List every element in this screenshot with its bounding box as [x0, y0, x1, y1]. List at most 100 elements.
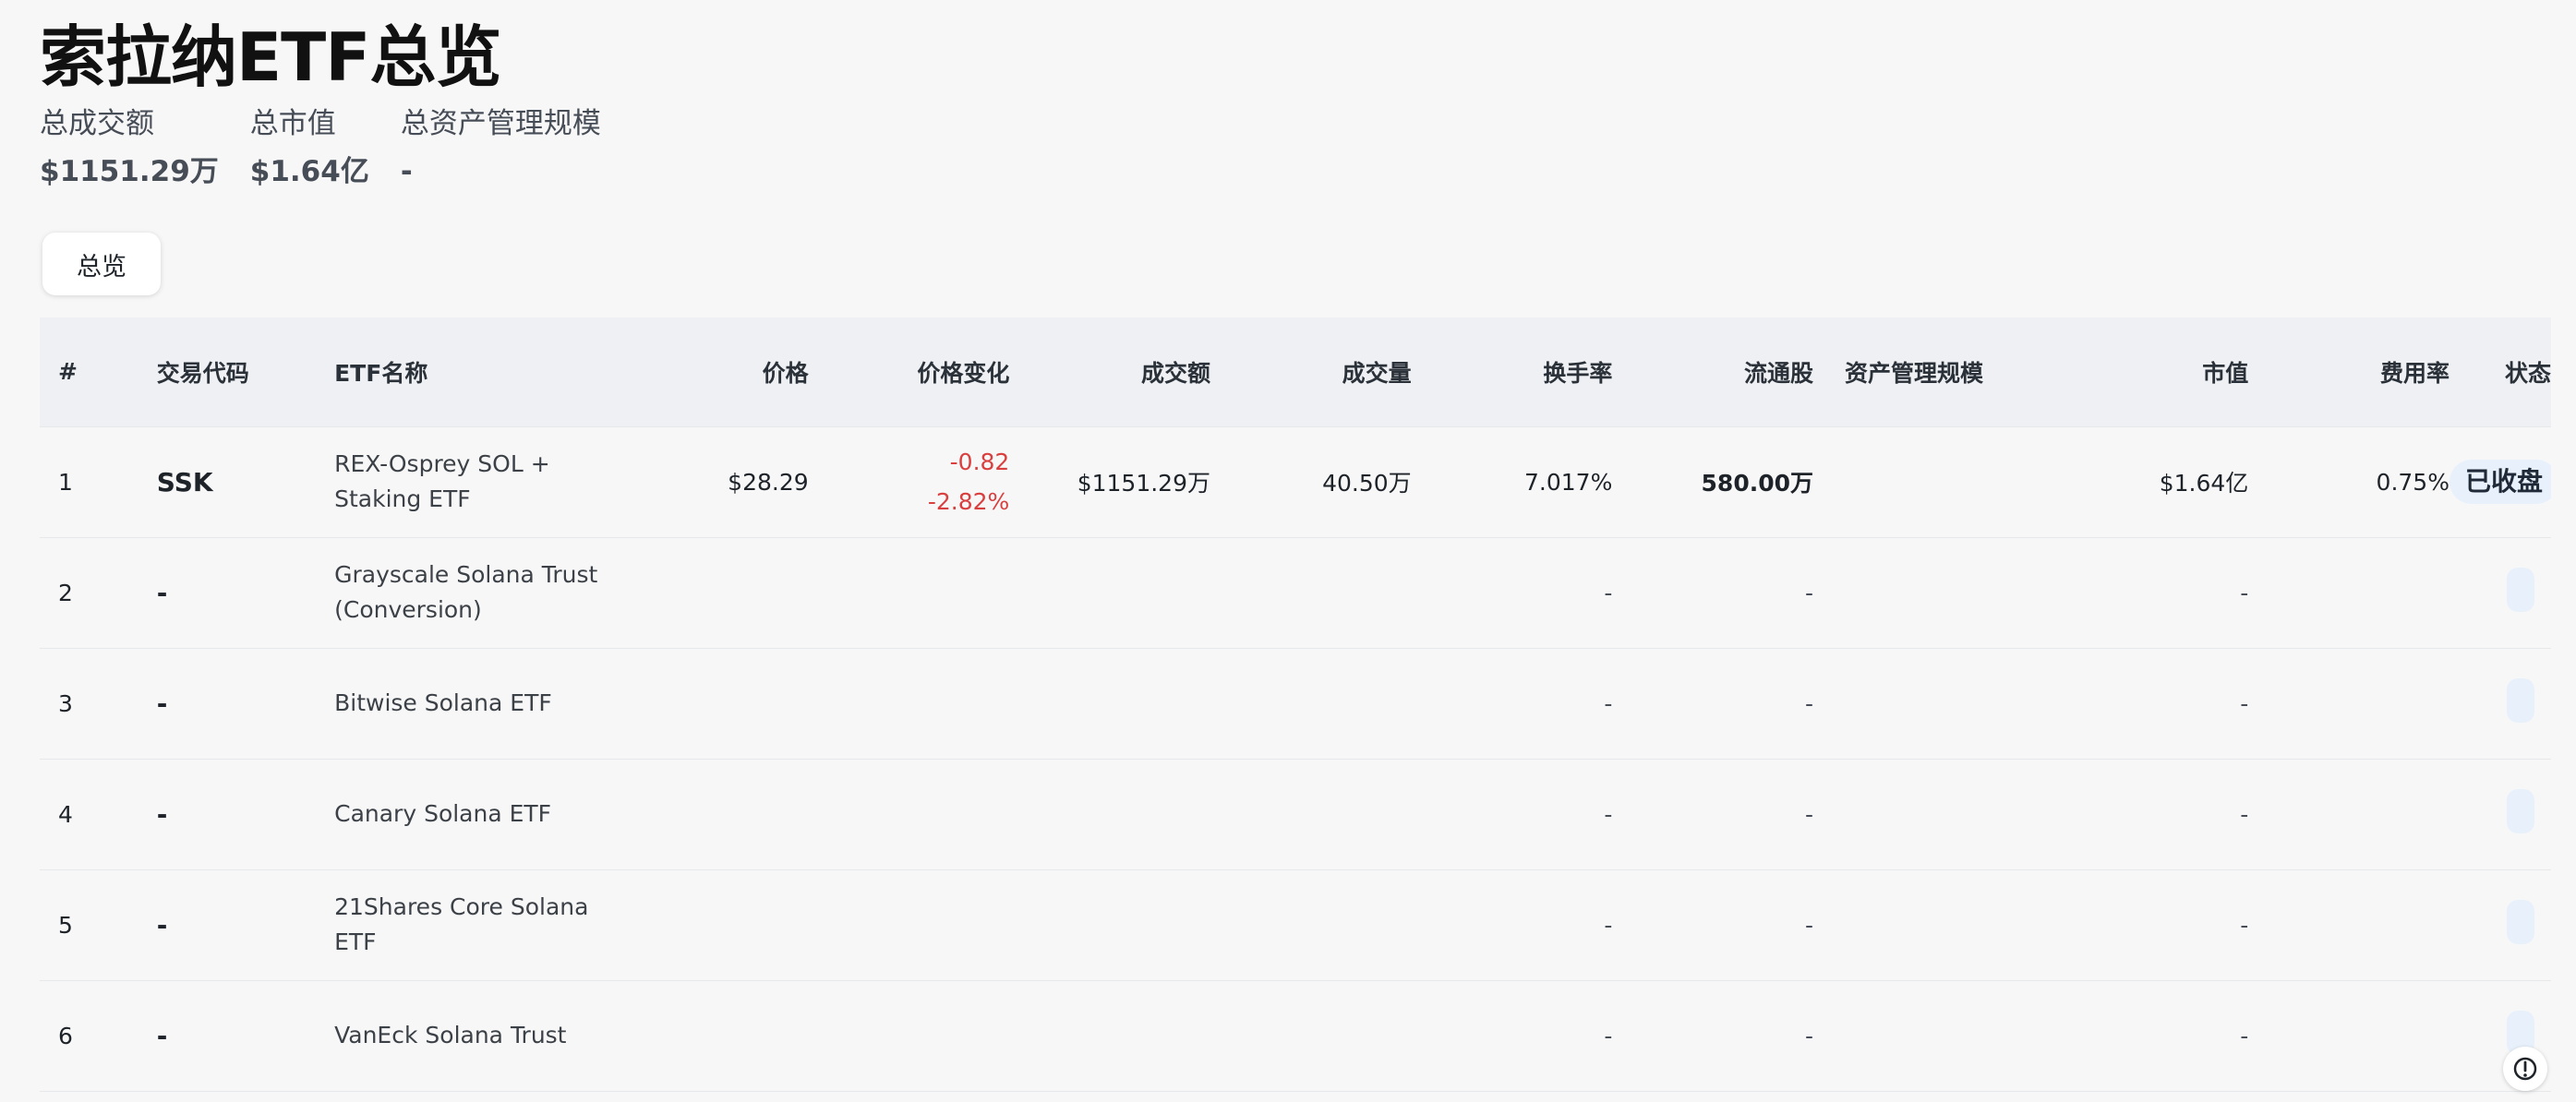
price-cell	[618, 537, 809, 648]
table-row[interactable]: 4 - Canary Solana ETF - - -	[40, 759, 2551, 869]
etf-name-link[interactable]: Bitwise Solana ETF	[334, 648, 617, 759]
row-number: 2	[58, 579, 73, 606]
ticker-link[interactable]: SSK	[157, 426, 334, 537]
stat-total-amount-label: 总成交额	[40, 107, 154, 140]
status-badge	[2507, 568, 2534, 612]
amount-cell	[1009, 759, 1210, 869]
price-change-cell: -0.82 -2.82%	[809, 426, 1010, 537]
column-header-float-shares: 流通股	[1744, 359, 1814, 387]
volume-cell	[1210, 980, 1412, 1091]
column-header-aum: 资产管理规模	[1845, 359, 1984, 387]
row-number: 1	[58, 468, 73, 496]
turnover-cell: -	[1604, 1022, 1613, 1049]
ticker-link[interactable]: -	[157, 759, 334, 869]
price-cell	[618, 980, 809, 1091]
table-row[interactable]: 3 - Bitwise Solana ETF - - -	[40, 648, 2551, 759]
price-change-cell	[809, 648, 1010, 759]
volume-cell: 40.50万	[1322, 470, 1412, 497]
volume-cell	[1210, 648, 1412, 759]
float-shares-cell: -	[1804, 689, 1814, 717]
stat-total-amount-value: $1151.29万	[40, 155, 219, 188]
price-cell	[618, 648, 809, 759]
market-cap-cell: -	[2240, 911, 2249, 939]
ticker-link[interactable]: -	[157, 980, 334, 1091]
fee-cell: 0.75%	[2376, 468, 2450, 496]
amount-cell	[1009, 648, 1210, 759]
volume-cell	[1210, 537, 1412, 648]
ticker-link[interactable]: -	[157, 537, 334, 648]
etf-name-link[interactable]: VanEck Solana Trust	[334, 980, 617, 1091]
price-change-cell	[809, 537, 1010, 648]
table-row[interactable]: 6 - VanEck Solana Trust - - -	[40, 980, 2551, 1091]
fee-cell	[2248, 869, 2450, 980]
amount-cell	[1009, 869, 1210, 980]
stat-total-amount: 总成交额 $1151.29万	[40, 103, 219, 192]
turnover-cell: -	[1604, 579, 1613, 606]
row-number: 5	[58, 911, 73, 939]
price-cell: $28.29	[728, 468, 809, 496]
fee-cell	[2248, 980, 2450, 1091]
turnover-cell: 7.017%	[1524, 468, 1613, 496]
page: 索拉纳ETF总览 总成交额 $1151.29万 总市值 $1.64亿 总资产管理…	[40, 0, 2551, 1102]
price-cell	[618, 759, 809, 869]
stat-total-aum: 总资产管理规模 -	[401, 103, 601, 192]
etf-name-link[interactable]: 21Shares Core Solana ETF	[334, 869, 617, 980]
row-number: 6	[58, 1022, 73, 1049]
row-number: 4	[58, 800, 73, 828]
table-row[interactable]: 1 SSK REX-Osprey SOL + Staking ETF $28.2…	[40, 426, 2551, 537]
table-body: 1 SSK REX-Osprey SOL + Staking ETF $28.2…	[40, 426, 2551, 1091]
market-cap-cell: -	[2240, 1022, 2249, 1049]
aum-cell	[1813, 980, 2048, 1091]
aum-cell	[1813, 869, 2048, 980]
ticker-link[interactable]: -	[157, 648, 334, 759]
column-header-market-cap: 市值	[2202, 359, 2249, 387]
tab-overview[interactable]: 总览	[42, 233, 161, 295]
status-cell	[2450, 759, 2551, 869]
column-header-fee: 费用率	[2379, 359, 2450, 387]
volume-cell	[1210, 869, 1412, 980]
amount-cell	[1009, 537, 1210, 648]
etf-name-link[interactable]: Grayscale Solana Trust (Conversion)	[334, 537, 617, 648]
table-header: # 交易代码 ETF名称 价格 价格变化 成交额 成交量 换手率 流通股 资产管…	[40, 317, 2551, 426]
etf-table: # 交易代码 ETF名称 价格 价格变化 成交额 成交量 换手率 流通股 资产管…	[40, 317, 2551, 1092]
status-badge: 已收盘	[2449, 460, 2551, 504]
stat-total-aum-label: 总资产管理规模	[400, 107, 601, 140]
turnover-cell: -	[1604, 911, 1613, 939]
float-shares-cell: -	[1804, 911, 1814, 939]
price-change-absolute: -0.82	[949, 449, 1010, 475]
float-shares-cell: -	[1804, 800, 1814, 828]
amount-cell	[1009, 980, 1210, 1091]
fee-cell	[2248, 648, 2450, 759]
turnover-cell: -	[1604, 800, 1613, 828]
fee-cell	[2248, 759, 2450, 869]
column-header-turnover: 换手率	[1543, 359, 1613, 387]
price-cell	[618, 869, 809, 980]
aum-cell	[1813, 537, 2048, 648]
feedback-button[interactable]	[2503, 1047, 2547, 1091]
table-row[interactable]: 5 - 21Shares Core Solana ETF - - -	[40, 869, 2551, 980]
turnover-cell: -	[1604, 689, 1613, 717]
column-header-status: 状态	[2504, 359, 2551, 387]
column-header-etf-name: ETF名称	[334, 359, 428, 387]
etf-name-link[interactable]: Canary Solana ETF	[334, 759, 617, 869]
column-header-number: #	[58, 358, 78, 386]
status-badge	[2507, 900, 2534, 944]
status-cell: 已收盘	[2449, 426, 2551, 537]
market-cap-cell: $1.64亿	[2159, 470, 2249, 497]
row-number: 3	[58, 689, 73, 717]
float-shares-cell: -	[1804, 579, 1814, 606]
stat-total-market-cap-label: 总市值	[249, 107, 336, 140]
price-change-percent: -2.82%	[927, 488, 1010, 515]
table-row[interactable]: 2 - Grayscale Solana Trust (Conversion) …	[40, 537, 2551, 648]
market-cap-cell: -	[2240, 800, 2249, 828]
volume-cell	[1210, 759, 1412, 869]
market-cap-cell: -	[2240, 579, 2249, 606]
ticker-link[interactable]: -	[157, 869, 334, 980]
etf-name-link[interactable]: REX-Osprey SOL + Staking ETF	[334, 426, 617, 537]
price-change-cell	[809, 759, 1010, 869]
aum-cell	[1813, 426, 2048, 537]
stat-total-market-cap-value: $1.64亿	[249, 155, 369, 188]
column-header-ticker: 交易代码	[156, 359, 249, 387]
float-shares-cell: -	[1804, 1022, 1814, 1049]
market-cap-cell: -	[2240, 689, 2249, 717]
